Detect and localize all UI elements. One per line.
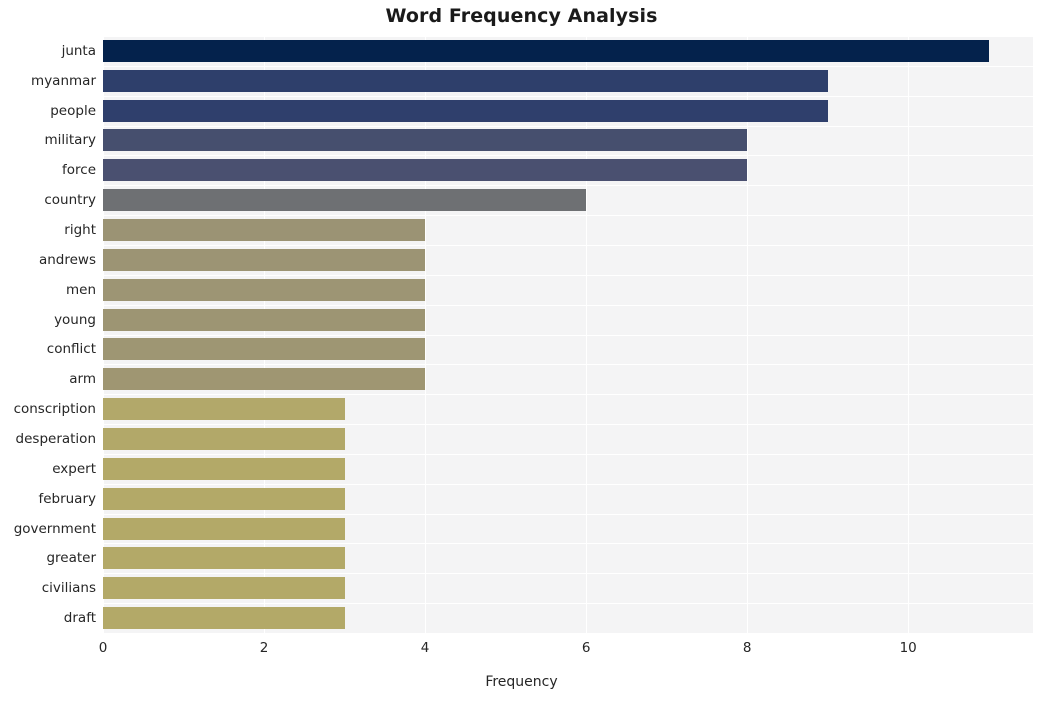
y-tick-label: draft: [63, 610, 96, 627]
y-tick-label: arm: [69, 371, 96, 388]
bar: [103, 487, 345, 510]
y-tick-label: junta: [61, 42, 96, 59]
y-gridline: [103, 424, 1033, 425]
bar: [103, 517, 345, 540]
chart-figure: Word Frequency Analysis junta myanmar peop…: [0, 0, 1043, 701]
y-gridline: [103, 36, 1033, 37]
y-gridline: [103, 394, 1033, 395]
y-axis-tick-labels: junta myanmar people military force country ri…: [0, 36, 96, 633]
bar: [103, 457, 345, 480]
bar: [103, 189, 587, 212]
x-tick-label: 4: [420, 640, 430, 656]
y-gridline: [103, 573, 1033, 574]
bar: [103, 219, 426, 242]
y-tick-label: february: [38, 490, 96, 507]
bar: [103, 547, 345, 570]
y-gridline: [103, 514, 1033, 515]
y-gridline: [103, 96, 1033, 97]
y-gridline: [103, 275, 1033, 276]
y-tick-label: men: [65, 281, 96, 298]
bar: [103, 39, 989, 62]
x-axis-tick-labels: 0 2 4 6 8 10: [0, 633, 1043, 663]
bar: [103, 278, 426, 301]
y-tick-label: government: [13, 520, 96, 537]
y-gridline: [103, 603, 1033, 604]
chart-title: Word Frequency Analysis: [385, 5, 658, 27]
y-tick-label: greater: [46, 550, 96, 567]
x-tick-label: 2: [259, 640, 269, 656]
plot-area: [103, 36, 1033, 633]
y-tick-label: country: [44, 192, 96, 209]
y-gridline: [103, 484, 1033, 485]
bar: [103, 69, 828, 92]
bar: [103, 577, 345, 600]
y-gridline: [103, 215, 1033, 216]
x-axis-label: Frequency: [485, 674, 558, 690]
y-gridline: [103, 155, 1033, 156]
bar: [103, 607, 345, 630]
bar: [103, 248, 426, 271]
bar: [103, 368, 426, 391]
bar: [103, 338, 426, 361]
y-tick-label: force: [62, 162, 96, 179]
y-gridline: [103, 126, 1033, 127]
y-tick-label: young: [54, 311, 96, 328]
y-tick-label: myanmar: [31, 72, 96, 89]
y-gridline: [103, 66, 1033, 67]
y-gridline: [103, 364, 1033, 365]
bar: [103, 398, 345, 421]
bar: [103, 159, 748, 182]
bar: [103, 308, 426, 331]
y-gridline: [103, 454, 1033, 455]
y-tick-label: andrews: [38, 251, 96, 268]
y-gridline: [103, 245, 1033, 246]
bar: [103, 427, 345, 450]
y-tick-label: conscription: [13, 401, 96, 418]
bar: [103, 99, 828, 122]
y-tick-label: conflict: [46, 341, 96, 358]
y-gridline: [103, 335, 1033, 336]
x-tick-label: 8: [742, 640, 752, 656]
y-tick-label: military: [44, 132, 96, 149]
x-tick-label: 10: [899, 640, 917, 656]
x-tick-label: 6: [581, 640, 591, 656]
bar: [103, 129, 748, 152]
y-gridline: [103, 543, 1033, 544]
y-tick-label: desperation: [15, 430, 96, 447]
y-gridline: [103, 185, 1033, 186]
y-gridline: [103, 305, 1033, 306]
y-tick-label: civilians: [41, 580, 96, 597]
y-tick-label: people: [50, 102, 96, 119]
y-tick-label: expert: [52, 460, 96, 477]
x-tick-label: 0: [98, 640, 108, 656]
y-tick-label: right: [64, 222, 96, 239]
